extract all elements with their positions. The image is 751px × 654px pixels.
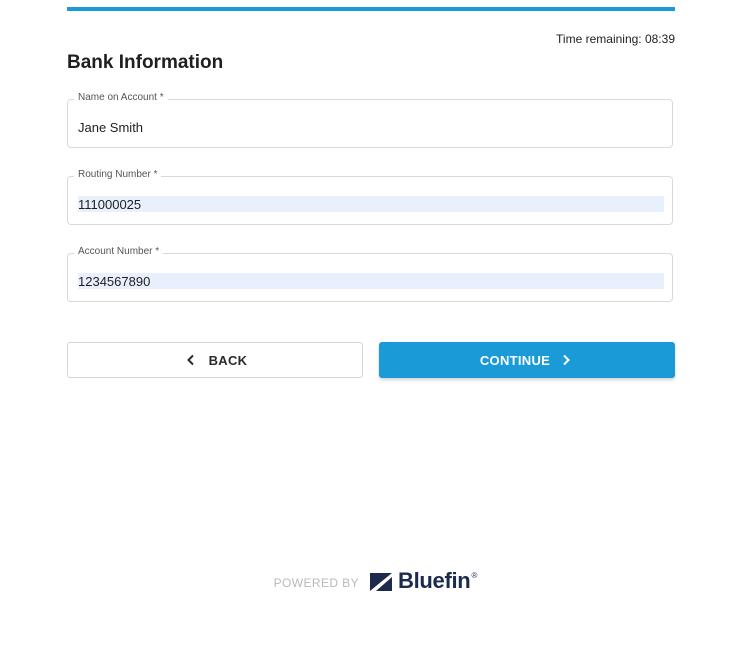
payment-page: Time remaining: 08:39 Bank Information N… bbox=[0, 0, 751, 654]
routing-number-label: Routing Number * bbox=[74, 168, 162, 182]
name-on-account-field[interactable]: Name on Account * bbox=[67, 91, 673, 148]
account-number-field[interactable]: Account Number * bbox=[67, 245, 673, 302]
time-remaining: Time remaining: 08:39 bbox=[556, 32, 675, 46]
continue-button-label: CONTINUE bbox=[479, 352, 551, 368]
routing-number-field[interactable]: Routing Number * bbox=[67, 168, 673, 225]
name-on-account-input[interactable] bbox=[78, 119, 664, 135]
page-title: Bank Information bbox=[67, 52, 224, 73]
registered-mark: ® bbox=[471, 570, 478, 580]
progress-bar-fill bbox=[67, 7, 675, 11]
chevron-right-icon bbox=[558, 352, 574, 368]
powered-by-text: POWERED BY bbox=[273, 575, 359, 590]
bluefin-logo-text: Bluefin bbox=[398, 568, 471, 593]
continue-button[interactable]: CONTINUE bbox=[379, 342, 675, 378]
account-number-label: Account Number * bbox=[74, 245, 164, 259]
bluefin-logo: Bluefin ® bbox=[368, 568, 477, 594]
bluefin-mark-icon bbox=[370, 573, 392, 591]
chevron-left-icon bbox=[183, 352, 199, 368]
progress-bar bbox=[67, 7, 675, 11]
name-on-account-label: Name on Account * bbox=[74, 91, 168, 105]
footer: POWERED BY Bluefin ® bbox=[0, 568, 751, 594]
account-number-input[interactable] bbox=[78, 273, 664, 289]
back-button-label: BACK bbox=[208, 352, 248, 368]
routing-number-input[interactable] bbox=[78, 196, 664, 212]
back-button[interactable]: BACK bbox=[67, 342, 363, 378]
